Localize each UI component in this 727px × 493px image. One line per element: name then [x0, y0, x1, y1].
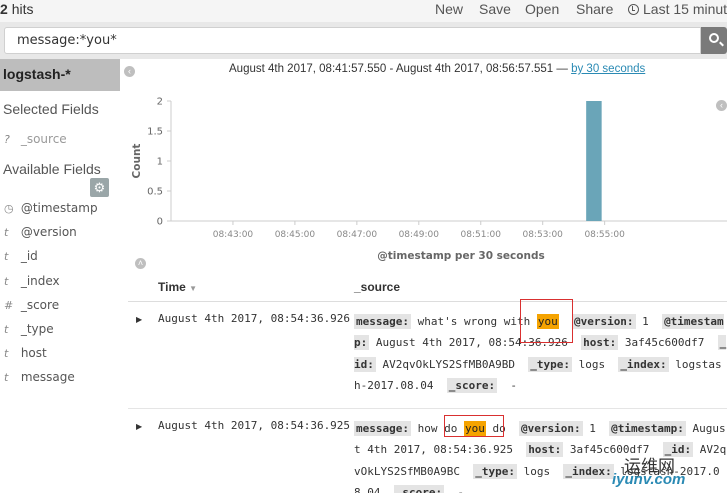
source-field-key: _type: — [528, 356, 572, 372]
source-field-key: _score: — [393, 484, 445, 493]
source-field-key: _index: — [618, 356, 669, 372]
field-sidebar: logstash-* Selected Fields ? _source Ava… — [0, 59, 120, 493]
gear-icon[interactable]: ⚙ — [90, 178, 109, 197]
source-field-value: 1 — [582, 422, 610, 435]
field-index[interactable]: t _index — [4, 274, 60, 288]
string-type-icon: t — [4, 274, 9, 288]
source-field-value: what's wrong with — [410, 315, 537, 328]
source-field-value: logs — [571, 357, 619, 371]
new-button[interactable]: New — [435, 1, 463, 17]
y-tick-label: 1.5 — [147, 127, 163, 138]
collapse-sidebar-icon[interactable]: ‹ — [124, 66, 135, 77]
clock-icon — [628, 4, 639, 15]
open-button[interactable]: Open — [525, 1, 559, 17]
string-type-icon: t — [4, 226, 9, 240]
x-tick-label: 08:51:00 — [461, 230, 502, 240]
time-picker[interactable]: Last 15 minutes — [628, 1, 727, 17]
search-button[interactable] — [701, 27, 727, 54]
available-fields-title: Available Fields — [3, 161, 101, 177]
x-tick-label: 08:43:00 — [213, 230, 254, 240]
time-column-header[interactable]: Time ▼ — [158, 280, 197, 294]
date-type-icon: ◷ — [4, 202, 14, 215]
field-type[interactable]: t _type — [4, 322, 54, 336]
field-source[interactable]: ? _source — [4, 132, 67, 146]
top-bar: 2 hits New Save Open Share Last 15 minut… — [0, 0, 727, 22]
histogram-chart: 0 0.5 1 1.5 2 08:43:00 08:45:00 08:47:00 08:49:0… — [128, 88, 727, 268]
hits-count: 2 hits — [0, 1, 34, 17]
y-tick-label: 1 — [157, 157, 163, 168]
share-button[interactable]: Share — [576, 1, 613, 17]
time-range: August 4th 2017, 08:41:57.550 - August 4… — [229, 63, 646, 75]
source-field-key: _index: — [563, 463, 614, 479]
source-column-header[interactable]: _source — [354, 280, 400, 294]
x-axis-title: @timestamp per 30 seconds — [377, 250, 544, 262]
source-field-key: @version: — [571, 314, 636, 329]
source-field-value: AV2qvOkLYS2SfMB0A9BD — [375, 357, 529, 371]
histogram-svg: 0 0.5 1 1.5 2 08:43:00 08:45:00 08:47:00 08:49:0… — [131, 97, 727, 262]
sort-icon[interactable]: ▼ — [189, 284, 197, 293]
y-tick-label: 2 — [157, 97, 163, 108]
y-axis-title: Count — [131, 144, 143, 179]
source-field-value: logs — [516, 464, 564, 478]
field-message[interactable]: t message — [4, 370, 75, 384]
expand-row-icon[interactable]: ▶ — [136, 315, 142, 324]
string-type-icon: t — [4, 347, 9, 361]
watermark-logo: 运维网 iyunv.com — [612, 457, 686, 488]
string-type-icon: t — [4, 323, 9, 336]
search-input[interactable]: message:*you* — [4, 27, 701, 54]
x-tick-label: 08:45:00 — [275, 230, 316, 240]
x-tick-label: 08:49:00 — [399, 230, 440, 240]
source-field-key: _score: — [446, 377, 498, 393]
field-id[interactable]: t _id — [4, 249, 38, 263]
field-score[interactable]: # _score — [4, 298, 59, 312]
search-bar: message:*you* — [0, 22, 727, 59]
source-field-key: message: — [354, 421, 411, 436]
unknown-type-icon: ? — [4, 133, 10, 146]
source-field-value: - — [497, 378, 517, 392]
row-divider — [128, 408, 727, 409]
number-type-icon: # — [4, 298, 14, 312]
source-field-value: 3af45c600df7 — [618, 336, 718, 350]
selected-fields-title: Selected Fields — [3, 101, 99, 117]
field-host[interactable]: t host — [4, 346, 47, 360]
annotation-box — [444, 415, 504, 437]
source-field-value: 1 — [635, 315, 663, 328]
header-divider — [128, 301, 727, 302]
x-tick-label: 08:47:00 — [337, 230, 378, 240]
x-tick-label: 08:55:00 — [584, 230, 625, 240]
save-button[interactable]: Save — [479, 1, 511, 17]
source-field-value: - — [444, 485, 464, 493]
source-field-key: host: — [526, 442, 564, 458]
source-field-key: @version: — [518, 421, 583, 436]
index-pattern[interactable]: logstash-* — [0, 59, 120, 91]
toggle-chart-icon[interactable]: ˄ — [135, 258, 146, 269]
field-version[interactable]: t @version — [4, 225, 77, 239]
field-timestamp[interactable]: ◷ @timestamp — [4, 201, 98, 215]
source-field-key: @timestamp: — [609, 421, 686, 436]
expand-row-icon[interactable]: ▶ — [136, 422, 142, 431]
y-tick-label: 0.5 — [147, 187, 163, 198]
string-type-icon: t — [4, 250, 9, 264]
source-field-key: host: — [581, 335, 619, 351]
histogram-bar — [586, 101, 602, 221]
x-tick-label: 08:53:00 — [522, 230, 563, 240]
row-time: August 4th 2017, 08:54:36.926 — [158, 312, 351, 325]
source-field-key: message: — [354, 314, 411, 329]
search-icon — [709, 33, 719, 43]
annotation-box — [520, 299, 573, 343]
row-time: August 4th 2017, 08:54:36.925 — [158, 419, 351, 432]
string-type-icon: t — [4, 371, 9, 385]
source-field-key: _type: — [473, 463, 517, 479]
y-tick-label: 0 — [157, 217, 163, 228]
interval-link[interactable]: by 30 seconds — [571, 63, 645, 75]
